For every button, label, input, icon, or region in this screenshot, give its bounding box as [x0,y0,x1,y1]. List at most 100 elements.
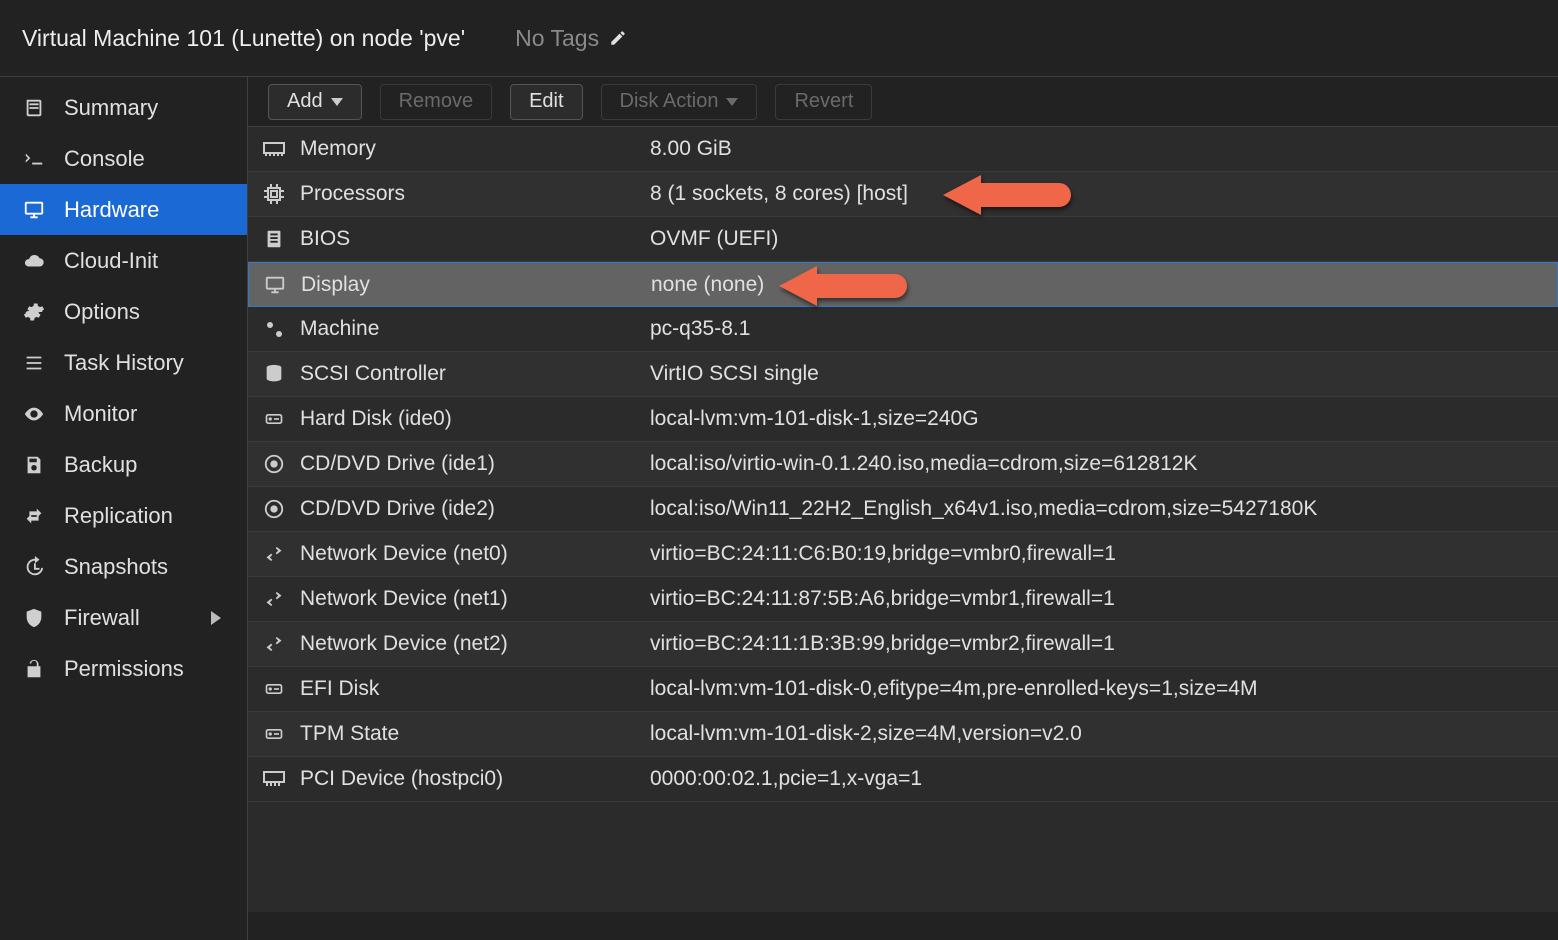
edit-button[interactable]: Edit [510,84,582,120]
sidebar-item-permissions[interactable]: Permissions [0,643,247,694]
terminal-icon [22,148,46,170]
hardware-row[interactable]: Processors8 (1 sockets, 8 cores) [host] [248,172,1558,217]
sidebar-item-label: Summary [64,95,158,121]
shield-icon [22,607,46,629]
chevron-right-icon [211,611,221,625]
chip-icon [248,228,300,250]
header: Virtual Machine 101 (Lunette) on node 'p… [0,0,1558,76]
sidebar-item-label: Backup [64,452,137,478]
book-icon [22,97,46,119]
sidebar-item-backup[interactable]: Backup [0,439,247,490]
annotation-arrow [779,266,907,306]
hardware-row[interactable]: TPM Statelocal-lvm:vm-101-disk-2,size=4M… [248,712,1558,757]
disc-icon [248,498,300,520]
hardware-row-key: TPM State [300,722,650,746]
hardware-row[interactable]: Network Device (net2)virtio=BC:24:11:1B:… [248,622,1558,667]
chevron-down-icon [331,98,343,106]
sidebar-item-summary[interactable]: Summary [0,82,247,133]
eye-icon [22,403,46,425]
hardware-row-key: EFI Disk [300,677,650,701]
list-icon [22,352,46,374]
sidebar-item-options[interactable]: Options [0,286,247,337]
hardware-row-value: 8.00 GiB [650,137,1558,161]
gear-icon [22,301,46,323]
hardware-row-key: Memory [300,137,650,161]
memory-icon [248,139,300,159]
sidebar-item-snapshots[interactable]: Snapshots [0,541,247,592]
tags-area[interactable]: No Tags [515,25,627,52]
hdd-icon [248,724,300,744]
cloud-icon [22,250,46,272]
sidebar-item-firewall[interactable]: Firewall [0,592,247,643]
hardware-row-key: Network Device (net1) [300,587,650,611]
revert-button[interactable]: Revert [775,84,872,120]
hardware-row[interactable]: PCI Device (hostpci0)0000:00:02.1,pcie=1… [248,757,1558,802]
hardware-list: Memory8.00 GiBProcessors8 (1 sockets, 8 … [248,127,1558,940]
hdd-icon [248,679,300,699]
sidebar-item-label: Monitor [64,401,137,427]
sidebar-item-label: Console [64,146,145,172]
sidebar-item-monitor[interactable]: Monitor [0,388,247,439]
hardware-row[interactable]: Network Device (net1)virtio=BC:24:11:87:… [248,577,1558,622]
hardware-row-value: OVMF (UEFI) [650,227,1558,251]
hardware-row[interactable]: Hard Disk (ide0)local-lvm:vm-101-disk-1,… [248,397,1558,442]
retweet-icon [22,505,46,527]
hardware-row-value: 8 (1 sockets, 8 cores) [host] [650,182,1558,206]
remove-button[interactable]: Remove [380,84,492,120]
no-tags-label: No Tags [515,25,599,52]
hardware-row-value: local-lvm:vm-101-disk-0,efitype=4m,pre-e… [650,677,1558,701]
exchange-icon [248,634,300,654]
sidebar-item-task-history[interactable]: Task History [0,337,247,388]
disk-action-button[interactable]: Disk Action [601,84,758,120]
sidebar-item-hardware[interactable]: Hardware [0,184,247,235]
hardware-row-value: 0000:00:02.1,pcie=1,x-vga=1 [650,767,1558,791]
sidebar-item-label: Hardware [64,197,159,223]
main-panel: Add Remove Edit Disk Action Revert [248,76,1558,940]
page-title: Virtual Machine 101 (Lunette) on node 'p… [22,25,465,52]
hardware-row-key: CD/DVD Drive (ide1) [300,452,650,476]
hardware-row-value: pc-q35-8.1 [650,317,1558,341]
sidebar-item-label: Cloud-Init [64,248,158,274]
add-button[interactable]: Add [268,84,362,120]
sidebar-item-label: Permissions [64,656,184,682]
hardware-row-key: Hard Disk (ide0) [300,407,650,431]
sidebar-item-label: Options [64,299,140,325]
monitor-icon [22,199,46,221]
hardware-row-value: local:iso/virtio-win-0.1.240.iso,media=c… [650,452,1558,476]
sidebar-item-console[interactable]: Console [0,133,247,184]
hardware-row[interactable]: EFI Disklocal-lvm:vm-101-disk-0,efitype=… [248,667,1558,712]
hardware-row-value: virtio=BC:24:11:87:5B:A6,bridge=vmbr1,fi… [650,587,1558,611]
annotation-arrow [943,175,1071,215]
pci-icon [248,770,300,788]
hardware-row[interactable]: Memory8.00 GiB [248,127,1558,172]
hardware-row-key: SCSI Controller [300,362,650,386]
exchange-icon [248,544,300,564]
history-icon [22,556,46,578]
hardware-row[interactable]: Machinepc-q35-8.1 [248,307,1558,352]
blank-area [248,802,1558,912]
hardware-row-value: virtio=BC:24:11:1B:3B:99,bridge=vmbr2,fi… [650,632,1558,656]
toolbar: Add Remove Edit Disk Action Revert [248,77,1558,127]
hardware-row-value: virtio=BC:24:11:C6:B0:19,bridge=vmbr0,fi… [650,542,1558,566]
hardware-row[interactable]: SCSI ControllerVirtIO SCSI single [248,352,1558,397]
sidebar-item-label: Firewall [64,605,140,631]
cpu-icon [248,182,300,206]
hardware-row[interactable]: Network Device (net0)virtio=BC:24:11:C6:… [248,532,1558,577]
hardware-row-key: Network Device (net2) [300,632,650,656]
monitor-icon [249,274,301,296]
edit-tags-icon[interactable] [609,29,627,47]
hardware-row[interactable]: CD/DVD Drive (ide2)local:iso/Win11_22H2_… [248,487,1558,532]
hardware-row-key: Processors [300,182,650,206]
sidebar-item-replication[interactable]: Replication [0,490,247,541]
database-icon [248,363,300,385]
sidebar-item-label: Task History [64,350,184,376]
sidebar-item-cloud-init[interactable]: Cloud-Init [0,235,247,286]
disc-icon [248,453,300,475]
sidebar-item-label: Replication [64,503,173,529]
hardware-row[interactable]: CD/DVD Drive (ide1)local:iso/virtio-win-… [248,442,1558,487]
hardware-row-key: Machine [300,317,650,341]
hardware-row[interactable]: BIOSOVMF (UEFI) [248,217,1558,262]
hardware-row-value: local:iso/Win11_22H2_English_x64v1.iso,m… [650,497,1558,521]
hardware-row-key: Display [301,273,651,297]
hardware-row[interactable]: Displaynone (none) [248,262,1558,307]
